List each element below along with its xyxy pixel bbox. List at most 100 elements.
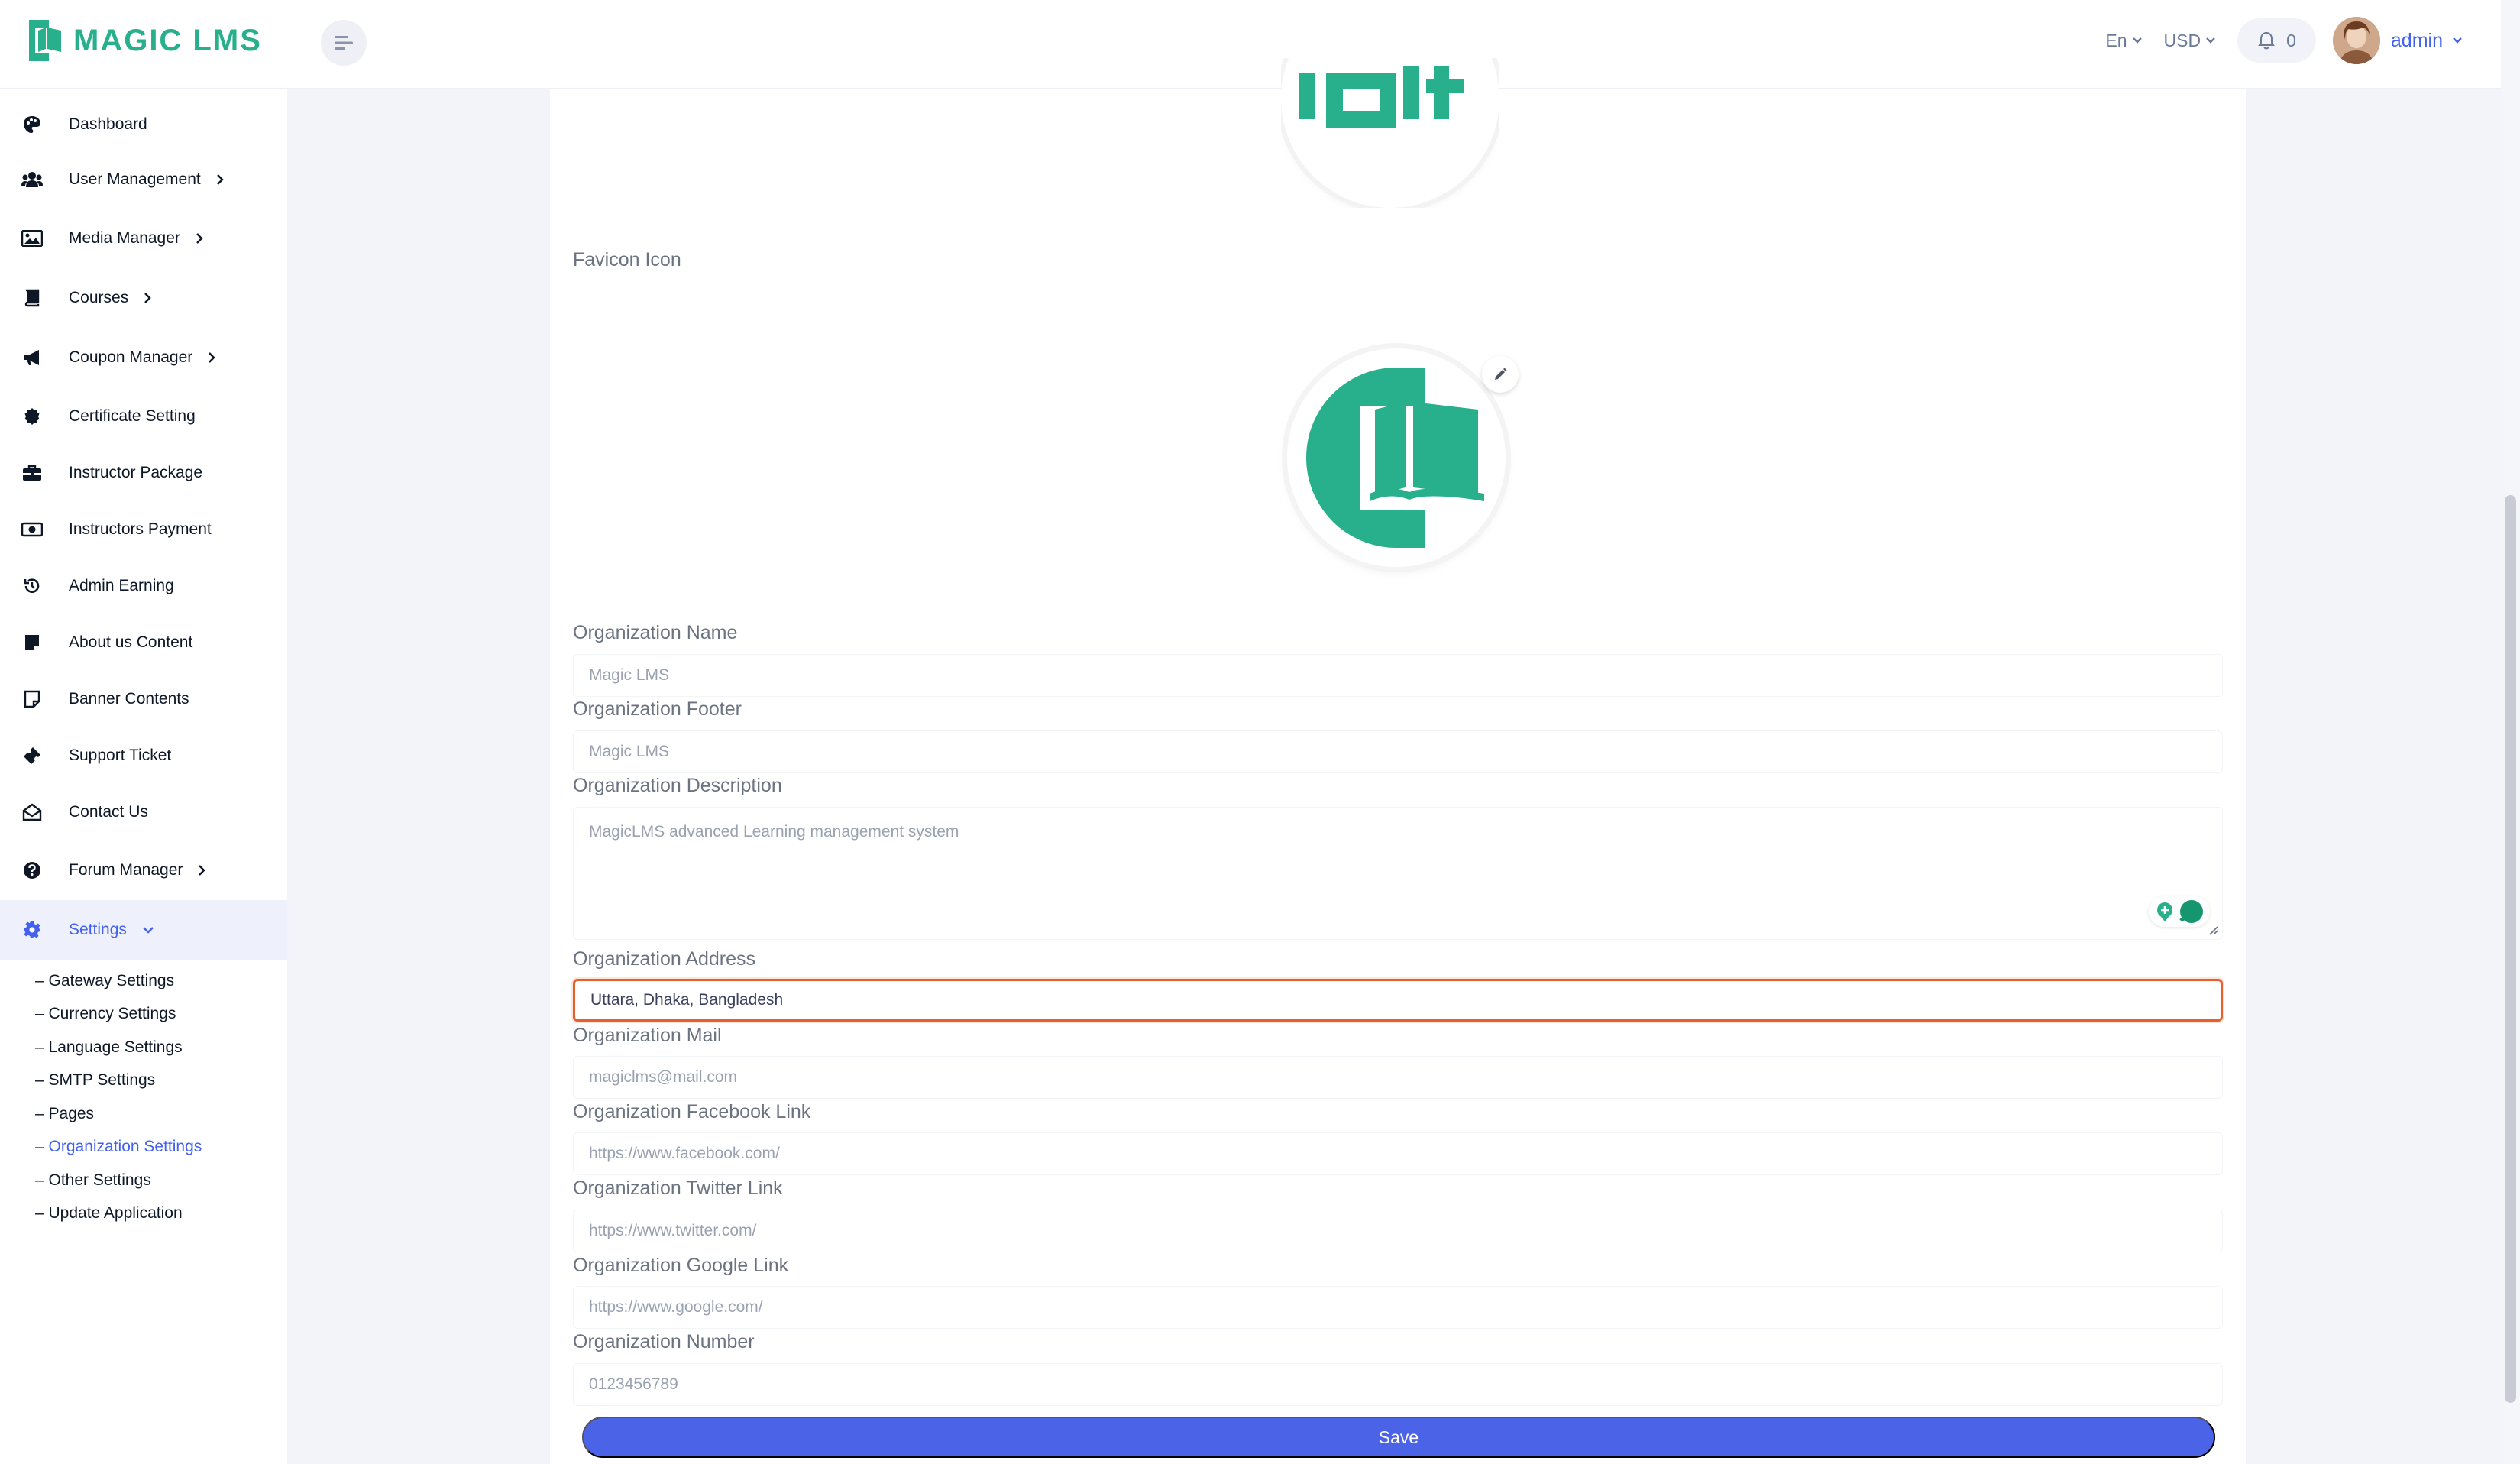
scrollbar-thumb[interactable] [2505, 495, 2516, 1403]
submenu-pages[interactable]: – Pages [35, 1097, 287, 1131]
sidebar-item-label: Banner Contents [69, 690, 189, 708]
organization-settings-card: Favicon Icon Organization Name Magic LMS… [550, 58, 2246, 1464]
cog-icon [21, 919, 43, 941]
image-icon [21, 228, 43, 249]
sidebar-item-dashboard[interactable]: Dashboard [0, 99, 287, 151]
sidebar-item-label: About us Content [69, 633, 193, 651]
org-google-label: Organization Google Link [573, 1255, 789, 1276]
chevron-down-icon [2206, 37, 2215, 44]
sidebar-item-certificate-setting[interactable]: Certificate Setting [0, 387, 287, 445]
brand-logo[interactable]: MAGIC LMS [26, 17, 262, 64]
ticket-icon [21, 745, 43, 766]
submenu-currency-settings[interactable]: – Currency Settings [35, 998, 287, 1032]
sidebar-item-label: Courses [69, 289, 129, 306]
sticky-note-icon [21, 688, 43, 710]
org-name-input[interactable]: Magic LMS [573, 654, 2223, 697]
add-circle-icon [2157, 902, 2172, 921]
pencil-icon [1495, 368, 1507, 380]
sidebar-item-instructors-payment[interactable]: Instructors Payment [0, 501, 287, 558]
sidebar-item-label: Settings [69, 921, 127, 938]
org-footer-input[interactable]: Magic LMS [573, 730, 2223, 773]
language-select[interactable]: En [2105, 31, 2142, 51]
submenu-organization-settings[interactable]: – Organization Settings [35, 1131, 287, 1164]
note-icon [21, 632, 43, 653]
grammarly-icon [2179, 900, 2203, 923]
sidebar-item-label: User Management [69, 170, 201, 188]
megaphone-icon [21, 347, 43, 368]
sidebar-item-label: Dashboard [69, 115, 147, 133]
grammarly-widget[interactable] [2149, 896, 2210, 927]
sidebar-item-label: Instructor Package [69, 464, 203, 481]
org-mail-label: Organization Mail [573, 1025, 722, 1046]
sidebar-item-about-us-content[interactable]: About us Content [0, 614, 287, 671]
org-description-value: MagicLMS advanced Learning management sy… [589, 823, 959, 841]
avatar-image [2332, 17, 2380, 64]
sidebar-item-label: Forum Manager [69, 861, 183, 879]
sidebar-item-courses[interactable]: Courses [0, 268, 287, 328]
chevron-right-icon [216, 174, 224, 185]
sidebar-item-instructor-package[interactable]: Instructor Package [0, 445, 287, 501]
submenu-other-settings[interactable]: – Other Settings [35, 1164, 287, 1197]
sidebar-item-label: Instructors Payment [69, 520, 212, 538]
avatar[interactable] [2332, 17, 2380, 64]
submenu-smtp-settings[interactable]: – SMTP Settings [35, 1064, 287, 1098]
logo-preview-circle [1281, 58, 1499, 208]
notification-button[interactable]: 0 [2237, 18, 2316, 63]
sidebar-item-coupon-manager[interactable]: Coupon Manager [0, 328, 287, 387]
org-address-input[interactable]: Uttara, Dhaka, Bangladesh [573, 979, 2223, 1022]
chevron-down-icon [143, 927, 154, 934]
favicon-book-icon [1306, 368, 1484, 548]
sidebar-item-user-management[interactable]: User Management [0, 151, 287, 209]
save-button[interactable]: Save [582, 1417, 2215, 1458]
sidebar-item-contact-us[interactable]: Contact Us [0, 784, 287, 841]
menu-lines-icon [335, 36, 353, 50]
currency-value: USD [2163, 30, 2201, 50]
sidebar-item-support-ticket[interactable]: Support Ticket [0, 727, 287, 784]
resize-handle-icon[interactable] [2208, 925, 2219, 936]
money-icon [21, 519, 43, 540]
chevron-down-icon [2132, 37, 2142, 44]
page-scrollbar[interactable] [2501, 0, 2520, 1464]
user-menu[interactable]: admin [2391, 30, 2463, 52]
org-address-label: Organization Address [573, 948, 756, 970]
logo-text-image [1299, 66, 1464, 128]
history-icon [21, 575, 43, 597]
org-number-input[interactable]: 0123456789 [573, 1363, 2223, 1406]
palette-icon [21, 114, 43, 135]
sidebar-item-settings[interactable]: Settings [0, 900, 287, 960]
chevron-right-icon [209, 352, 215, 363]
org-description-label: Organization Description [573, 775, 782, 796]
sidebar-item-label: Admin Earning [69, 577, 174, 594]
sidebar-item-label: Support Ticket [69, 747, 172, 764]
currency-select[interactable]: USD [2164, 31, 2217, 51]
bell-icon [2258, 31, 2275, 50]
notification-count: 0 [2286, 30, 2296, 50]
sidebar-item-admin-earning[interactable]: Admin Earning [0, 558, 287, 614]
sidebar-item-banner-contents[interactable]: Banner Contents [0, 671, 287, 727]
org-description-textarea[interactable]: MagicLMS advanced Learning management sy… [573, 807, 2223, 940]
language-value: En [2105, 30, 2127, 50]
brand-name: MAGIC LMS [73, 23, 262, 57]
certificate-icon [21, 406, 43, 427]
sidebar-item-forum-manager[interactable]: Forum Manager [0, 841, 287, 900]
user-name: admin [2390, 29, 2443, 51]
org-google-input[interactable]: https://www.google.com/ [573, 1286, 2223, 1329]
users-icon [21, 169, 43, 190]
sidebar-item-media-manager[interactable]: Media Manager [0, 209, 287, 268]
sidebar: Dashboard User Management Media Manager … [0, 89, 287, 1464]
submenu-update-application[interactable]: – Update Application [35, 1197, 287, 1231]
book-icon [21, 287, 43, 309]
sidebar-item-label: Certificate Setting [69, 406, 196, 425]
question-circle-icon [21, 860, 43, 881]
sidebar-toggle-button[interactable] [321, 20, 367, 66]
edit-favicon-button[interactable] [1482, 356, 1519, 393]
submenu-gateway-settings[interactable]: – Gateway Settings [35, 964, 287, 998]
org-mail-input[interactable]: magiclms@mail.com [573, 1056, 2223, 1099]
org-facebook-input[interactable]: https://www.facebook.com/ [573, 1132, 2223, 1175]
logo-book-icon [29, 20, 61, 61]
envelope-open-icon [21, 802, 43, 823]
org-twitter-input[interactable]: https://www.twitter.com/ [573, 1210, 2223, 1252]
submenu-language-settings[interactable]: – Language Settings [35, 1031, 287, 1064]
favicon-preview[interactable] [1287, 348, 1506, 567]
logo-preview[interactable] [1281, 58, 1499, 208]
